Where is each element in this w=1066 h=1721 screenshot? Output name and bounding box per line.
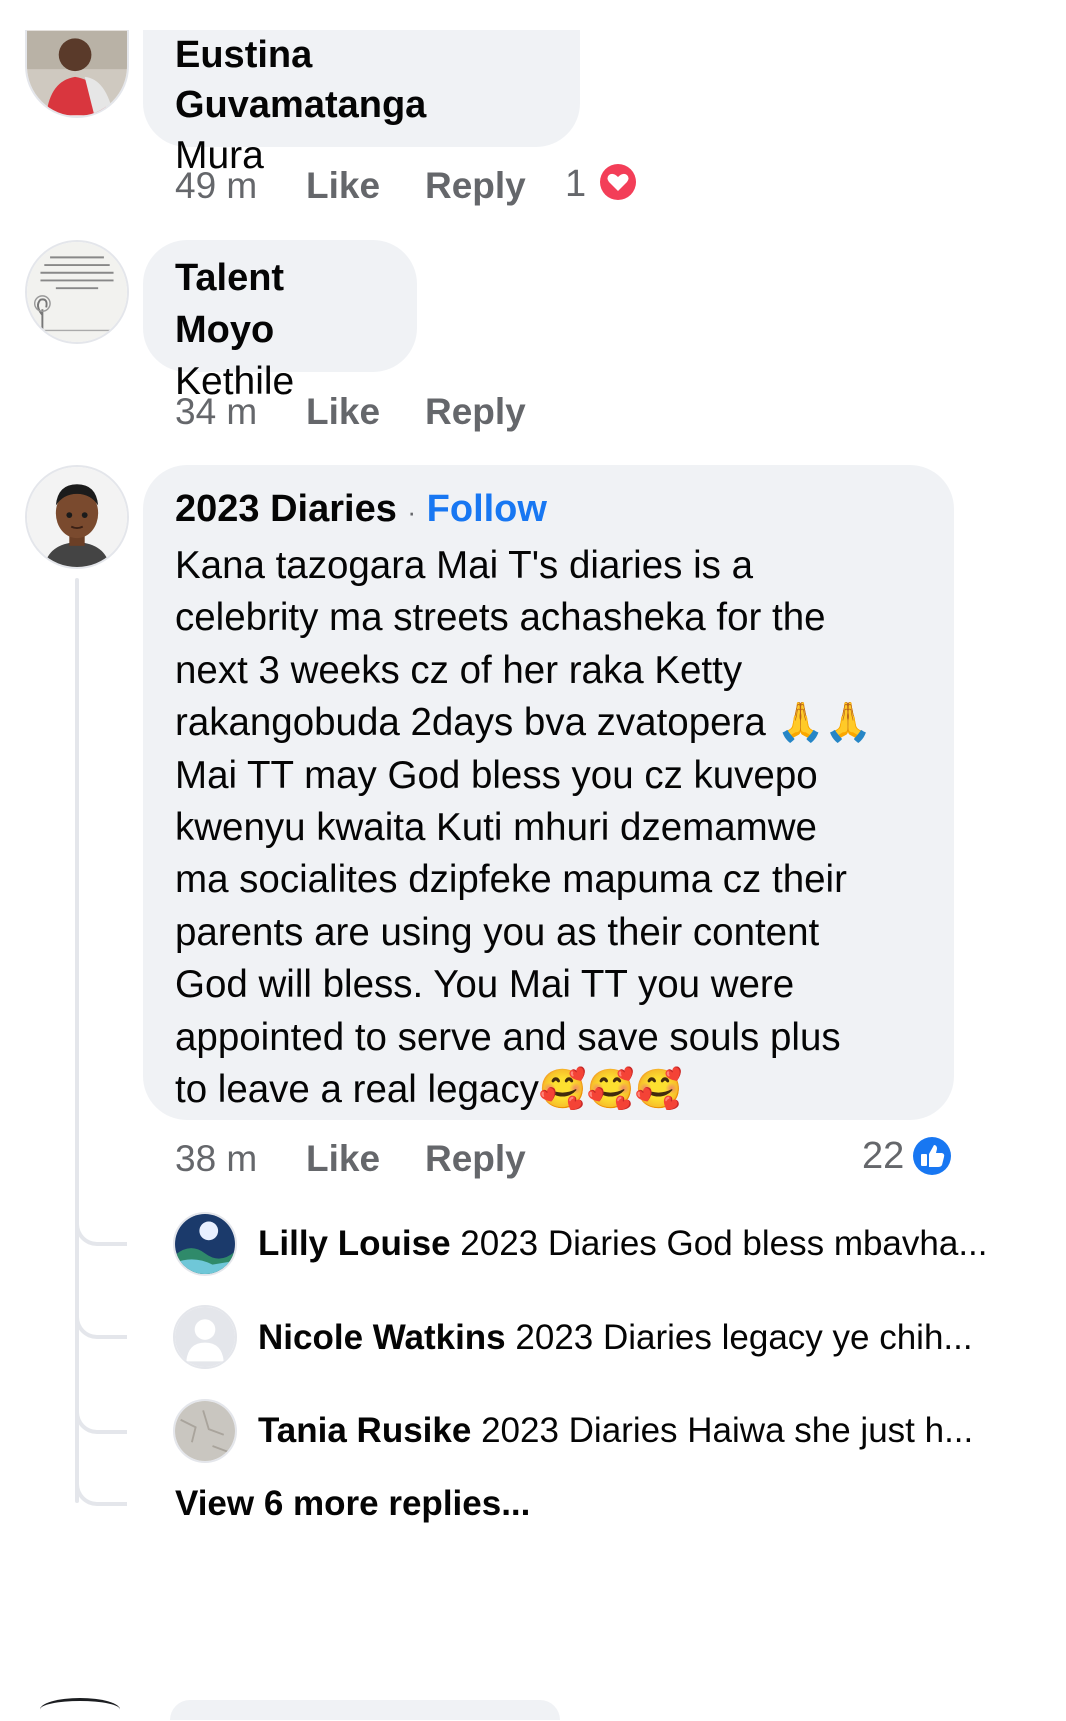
comment-time[interactable]: 38 m: [175, 1137, 257, 1181]
default-user-icon: [175, 1307, 235, 1367]
reply-text: 2023 Diaries God bless mbavha...: [460, 1224, 988, 1263]
comment-line: kwenyu kwaita Kuti mhuri dzemamwe: [175, 806, 817, 850]
avatar[interactable]: [25, 30, 129, 118]
comment-line: appointed to serve and save souls plus: [175, 1015, 841, 1059]
comment-line: Mai TT may God bless you cz kuvepo: [175, 753, 818, 797]
comment-author[interactable]: Eustina Guvamatanga: [175, 30, 548, 130]
profile-photo-icon: [27, 30, 127, 116]
next-comment-bubble-edge: [170, 1700, 560, 1720]
comment-line: next 3 weeks cz of her raka Ketty: [175, 648, 743, 692]
reply-preview[interactable]: Lilly Louise 2023 Diaries God bless mbav…: [258, 1222, 988, 1266]
comment-author[interactable]: Talent Moyo: [175, 252, 385, 356]
comment-line: to leave a real legacy🥰🥰🥰: [175, 1068, 683, 1112]
texture-photo-icon: [175, 1401, 235, 1461]
reply-connector: [75, 1212, 127, 1246]
reply-button[interactable]: Reply: [425, 1137, 526, 1181]
avatar[interactable]: [173, 1399, 237, 1463]
reply-connector: [75, 1400, 127, 1434]
like-button[interactable]: Like: [306, 1137, 380, 1181]
comment-line: Kana tazogara Mai T's diaries is a: [175, 544, 754, 587]
reply-connector: [75, 1472, 127, 1506]
comment-time[interactable]: 49 m: [175, 165, 257, 206]
reply-author[interactable]: Lilly Louise: [258, 1224, 451, 1263]
avatar[interactable]: [25, 465, 129, 569]
reply-author[interactable]: Tania Rusike: [258, 1411, 471, 1450]
view-more-replies-link[interactable]: View 6 more replies...: [175, 1482, 530, 1526]
reply-button[interactable]: Reply: [425, 390, 526, 434]
like-button[interactable]: Like: [306, 164, 380, 208]
comment-line: rakangobuda 2days bva zvatopera 🙏🙏: [175, 701, 873, 745]
reply-button[interactable]: Reply: [425, 164, 526, 208]
avatar[interactable]: [173, 1212, 237, 1276]
comment-bubble: Talent Moyo Kethile: [143, 240, 417, 403]
comment-bubble: 2023 Diaries · Follow Kana tazogara Mai …: [143, 465, 954, 1120]
follow-button[interactable]: Follow: [427, 488, 547, 530]
comment-line: ma socialites dzipfeke mapuma cz their: [175, 858, 847, 902]
comment-time[interactable]: 34 m: [175, 390, 257, 434]
comment-line: parents are using you as their content: [175, 910, 820, 954]
reply-text: 2023 Diaries legacy ye chih...: [515, 1318, 973, 1357]
landscape-photo-icon: [175, 1214, 235, 1274]
reaction-count[interactable]: 1: [565, 162, 586, 206]
comment-text: Kana tazogara Mai T's diaries is a celeb…: [175, 540, 922, 1116]
memoji-avatar-icon: [27, 467, 127, 567]
quote-image-icon: [27, 242, 127, 342]
avatar[interactable]: [173, 1305, 237, 1369]
heart-icon[interactable]: [597, 161, 639, 203]
comment-line: celebrity ma streets achasheka for the: [175, 596, 826, 640]
separator-dot: ·: [407, 497, 417, 527]
thread-line: [75, 578, 79, 1503]
reply-text: 2023 Diaries Haiwa she just h...: [481, 1411, 974, 1450]
reply-preview[interactable]: Nicole Watkins 2023 Diaries legacy ye ch…: [258, 1316, 973, 1360]
avatar[interactable]: [25, 240, 129, 344]
like-icon[interactable]: [910, 1134, 954, 1178]
like-button[interactable]: Like: [306, 390, 380, 434]
comment-header: 2023 Diaries · Follow: [175, 481, 922, 540]
next-comment-avatar-edge: [40, 1698, 120, 1721]
reply-connector: [75, 1305, 127, 1339]
comment-actions: 49 m: [175, 164, 257, 208]
reply-preview[interactable]: Tania Rusike 2023 Diaries Haiwa she just…: [258, 1409, 973, 1453]
comment-author[interactable]: 2023 Diaries: [175, 488, 397, 530]
reaction-count[interactable]: 22: [862, 1134, 904, 1178]
comment-bubble: Eustina Guvamatanga Mura: [143, 30, 580, 177]
comment-line: God will bless. You Mai TT you were: [175, 963, 795, 1007]
reply-author[interactable]: Nicole Watkins: [258, 1318, 506, 1357]
